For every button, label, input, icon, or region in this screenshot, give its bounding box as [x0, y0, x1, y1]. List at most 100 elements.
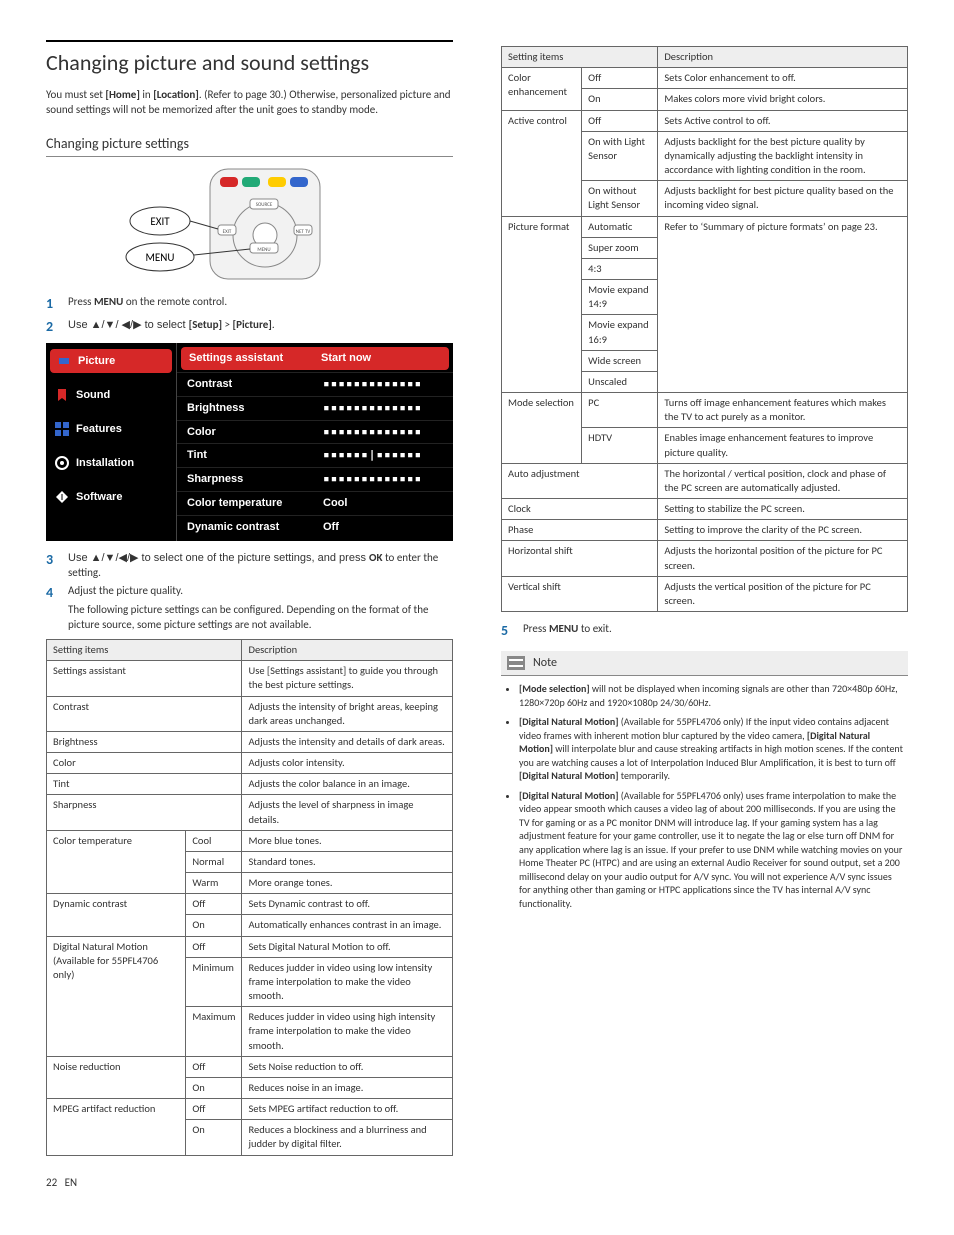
note-icon	[507, 656, 525, 670]
setting-desc: Adjusts the color balance in an image.	[242, 774, 453, 795]
setting-item: Sharpness	[47, 795, 242, 830]
osd-menu: Picture Sound Features Installation Software…	[46, 343, 453, 541]
setting-item: Digital Natural Motion (Available for 55…	[47, 936, 186, 1056]
setting-item: Picture format	[502, 216, 582, 393]
setting-item: Settings assistant	[47, 661, 242, 696]
osd-side-icon	[54, 489, 70, 505]
svg-text:MENU: MENU	[257, 247, 270, 253]
osd-row: Color▪▪▪▪▪▪▪▪▪▪▪▪▪	[177, 420, 453, 444]
setting-option: Warm	[186, 873, 242, 894]
note-header: Note	[501, 651, 908, 675]
osd-row: Settings assistantStart now	[181, 347, 449, 370]
setting-option: Off	[186, 1099, 242, 1120]
svg-text:MENU: MENU	[145, 251, 174, 264]
osd-row-label: Color temperature	[187, 496, 323, 511]
intro-home: [Home]	[105, 88, 139, 101]
osd-row-value: ▪▪▪▪▪▪▪▪▪▪▪▪▪	[323, 425, 443, 440]
setting-item: Auto adjustment	[502, 463, 658, 498]
step-4: 4Adjust the picture quality.The followin…	[46, 584, 453, 633]
setting-item: Vertical shift	[502, 576, 658, 611]
setting-option: On with Light Sensor	[582, 131, 658, 181]
setting-option: Off	[582, 110, 658, 131]
osd-row: Color temperatureCool	[177, 491, 453, 515]
setting-desc: Sets Color enhancement to off.	[658, 68, 908, 89]
note-item: [Mode selection] will not be displayed w…	[519, 682, 904, 709]
osd-row-value: Off	[323, 520, 443, 535]
osd-row-value: ▪▪▪▪▪▪|▪▪▪▪▪▪	[323, 448, 443, 463]
setting-item: Noise reduction	[47, 1056, 186, 1098]
osd-row-label: Settings assistant	[189, 351, 321, 366]
osd-row-value: Cool	[323, 496, 443, 511]
osd-row: Brightness▪▪▪▪▪▪▪▪▪▪▪▪▪	[177, 396, 453, 420]
setting-item: Horizontal shift	[502, 541, 658, 576]
setting-item: Dynamic contrast	[47, 894, 186, 936]
setting-desc: Adjusts color intensity.	[242, 753, 453, 774]
setting-desc: Reduces noise in an image.	[242, 1077, 453, 1098]
note-item: [Digital Natural Motion] (Available for …	[519, 715, 904, 783]
osd-row: Dynamic contrastOff	[177, 515, 453, 539]
setting-desc: Adjusts the vertical position of the pic…	[658, 576, 908, 611]
osd-row: Contrast▪▪▪▪▪▪▪▪▪▪▪▪▪	[177, 372, 453, 396]
setting-option: On	[186, 915, 242, 936]
setting-option: Wide screen	[582, 350, 658, 371]
page-lang: EN	[65, 1176, 77, 1189]
note-title: Note	[533, 655, 557, 671]
osd-row-value: ▪▪▪▪▪▪▪▪▪▪▪▪▪	[323, 377, 443, 392]
osd-row-value: ▪▪▪▪▪▪▪▪▪▪▪▪▪	[323, 401, 443, 416]
setting-option: PC	[582, 393, 658, 428]
setting-item: Phase	[502, 520, 658, 541]
setting-option: Off	[186, 1056, 242, 1077]
setting-desc: Sets MPEG artifact reduction to off.	[242, 1099, 453, 1120]
note-body: [Mode selection] will not be displayed w…	[501, 675, 908, 922]
osd-side-label: Software	[76, 490, 122, 505]
left-column: Changing picture and sound settings You …	[46, 40, 453, 1191]
setting-option: Unscaled	[582, 371, 658, 392]
steps-list: 1Press MENU on the remote control. 2Use …	[46, 295, 453, 337]
setting-desc: Setting to stabilize the PC screen.	[658, 499, 908, 520]
step-4-note: The following picture settings can be co…	[68, 603, 453, 633]
step-2: 2Use ▲/▼/ ◀/▶ to select [Setup] > [Pictu…	[46, 318, 453, 337]
setting-option: Minimum	[186, 957, 242, 1007]
osd-side-picture: Picture	[50, 349, 172, 373]
setting-option: On	[582, 89, 658, 110]
setting-desc: Adjusts the level of sharpness in image …	[242, 795, 453, 830]
setting-desc: Reduces judder in video using high inten…	[242, 1007, 453, 1057]
setting-option: Cool	[186, 830, 242, 851]
setting-item: Color temperature	[47, 830, 186, 894]
setting-desc: Sets Active control to off.	[658, 110, 908, 131]
osd-side-icon	[56, 353, 72, 369]
osd-side-icon	[54, 455, 70, 471]
setting-desc: Reduces a blockiness and a blurriness an…	[242, 1120, 453, 1155]
step-3: 3Use ▲/▼/◀/▶ to select one of the pictur…	[46, 551, 453, 581]
step-1: 1Press MENU on the remote control.	[46, 295, 453, 314]
setting-desc: Automatically enhances contrast in an im…	[242, 915, 453, 936]
setting-item: Active control	[502, 110, 582, 216]
setting-desc: Refer to ‘Summary of picture formats’ on…	[658, 216, 908, 393]
osd-row: Sharpness▪▪▪▪▪▪▪▪▪▪▪▪▪	[177, 467, 453, 491]
t1-head-items: Setting items	[47, 640, 242, 661]
setting-option: Maximum	[186, 1007, 242, 1057]
svg-text:EXIT: EXIT	[222, 229, 231, 235]
osd-side-label: Features	[76, 422, 122, 437]
setting-option: On	[186, 1120, 242, 1155]
step-5: 5Press MENU to exit.	[501, 622, 908, 641]
setting-item: Mode selection	[502, 393, 582, 464]
setting-desc: Reduces judder in video using low intens…	[242, 957, 453, 1007]
setting-option: Super zoom	[582, 237, 658, 258]
osd-side-label: Sound	[76, 388, 110, 403]
osd-row-value: Start now	[321, 351, 441, 366]
setting-desc: Adjusts backlight for the best picture q…	[658, 131, 908, 181]
right-column: Setting items Description Color enhancem…	[501, 40, 908, 1191]
steps-list-cont: 3Use ▲/▼/◀/▶ to select one of the pictur…	[46, 551, 453, 633]
osd-row-label: Contrast	[187, 377, 323, 392]
setting-item: Color enhancement	[502, 68, 582, 110]
subheading: Changing picture settings	[46, 135, 453, 157]
setting-item: Brightness	[47, 731, 242, 752]
osd-row-label: Tint	[187, 448, 323, 463]
svg-text:SOURCE: SOURCE	[255, 202, 272, 208]
note-box: Note [Mode selection] will not be displa…	[501, 651, 908, 922]
osd-side-installation: Installation	[46, 451, 176, 475]
setting-option: Normal	[186, 851, 242, 872]
setting-item: Color	[47, 753, 242, 774]
setting-desc: Adjusts the horizontal position of the p…	[658, 541, 908, 576]
